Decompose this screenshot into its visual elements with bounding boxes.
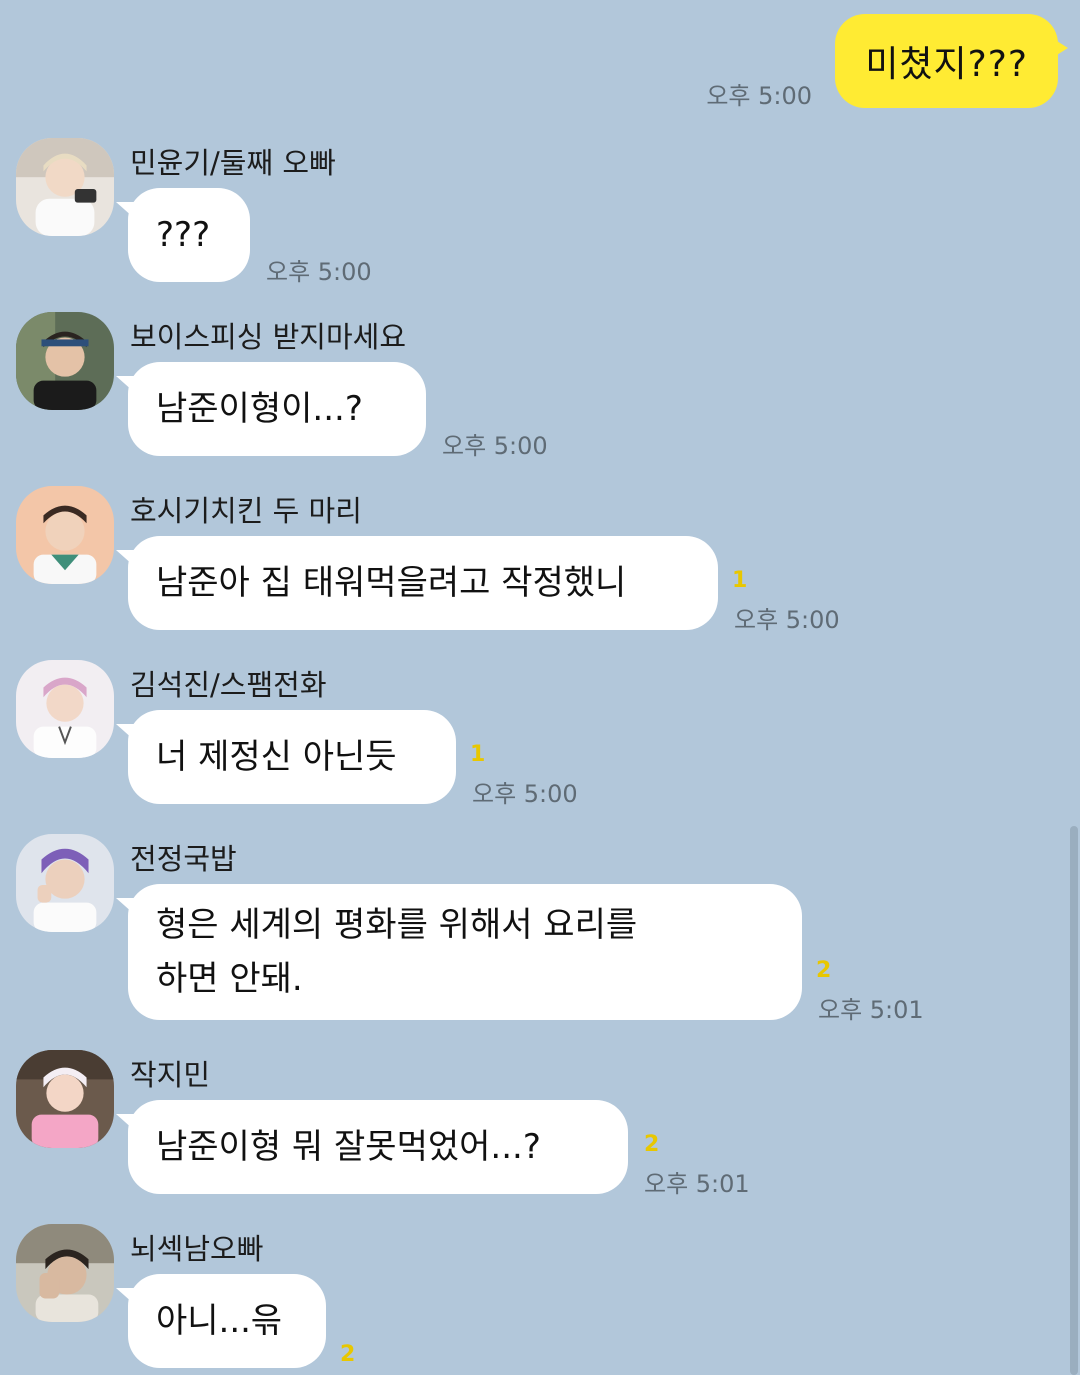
sender-name: 호시기치킨 두 마리 [130, 494, 362, 528]
scrollbar[interactable] [1070, 826, 1078, 1375]
unread-count: 1 [732, 568, 748, 593]
message-bubble[interactable]: 남준이형이...? [116, 362, 426, 456]
sender-name: 뇌섹남오빠 [130, 1232, 264, 1266]
avatar[interactable] [16, 1050, 114, 1148]
message-timestamp: 오후 5:00 [442, 432, 548, 460]
message-text: ??? [156, 215, 211, 255]
message-bubble[interactable]: 남준아 집 태워먹을려고 작정했니 [116, 536, 718, 630]
message-bubble[interactable]: 너 제정신 아닌듯 [116, 710, 456, 804]
avatar[interactable] [16, 1224, 114, 1322]
unread-count: 2 [340, 1342, 356, 1367]
sender-name: 보이스피싱 받지마세요 [130, 320, 407, 354]
sender-name: 민윤기/둘째 오빠 [130, 146, 336, 180]
avatar[interactable] [16, 486, 114, 584]
message-timestamp: 오후 5:01 [818, 996, 924, 1024]
message-text: 남준이형이...? [156, 389, 363, 429]
unread-count: 1 [470, 742, 486, 767]
avatar[interactable] [16, 834, 114, 932]
message-timestamp: 오후 5:00 [472, 780, 578, 808]
chat-room: { "outgoing": { "text": "미쳤지???", "time"… [0, 0, 1080, 1375]
unread-count: 2 [644, 1132, 660, 1157]
avatar[interactable] [16, 660, 114, 758]
message-timestamp: 오후 5:01 [644, 1170, 750, 1198]
message-text: 아니...윾 [156, 1301, 283, 1341]
unread-count: 2 [816, 958, 832, 983]
outgoing-timestamp: 오후 5:00 [706, 82, 812, 110]
sender-name: 전정국밥 [130, 842, 237, 876]
message-text: 너 제정신 아닌듯 [156, 737, 397, 777]
sender-name: 작지민 [130, 1058, 211, 1092]
outgoing-message-bubble[interactable]: 미쳤지??? [835, 14, 1068, 108]
message-timestamp: 오후 5:00 [266, 258, 372, 286]
message-bubble[interactable]: 형은 세계의 평화를 위해서 요리를 하면 안돼. [116, 884, 802, 1020]
message-text: 형은 세계의 평화를 위해서 요리를 하면 안돼. [156, 905, 638, 999]
message-text: 남준이형 뭐 잘못먹었어...? [156, 1127, 541, 1167]
outgoing-message-text: 미쳤지??? [865, 44, 1028, 85]
avatar[interactable] [16, 312, 114, 410]
message-bubble[interactable]: 아니...윾 [116, 1274, 326, 1368]
message-timestamp: 오후 5:00 [734, 606, 840, 634]
message-bubble[interactable]: ??? [116, 188, 250, 282]
avatar[interactable] [16, 138, 114, 236]
message-bubble[interactable]: 남준이형 뭐 잘못먹었어...? [116, 1100, 628, 1194]
message-text: 남준아 집 태워먹을려고 작정했니 [156, 563, 627, 603]
sender-name: 김석진/스팸전화 [130, 668, 327, 702]
